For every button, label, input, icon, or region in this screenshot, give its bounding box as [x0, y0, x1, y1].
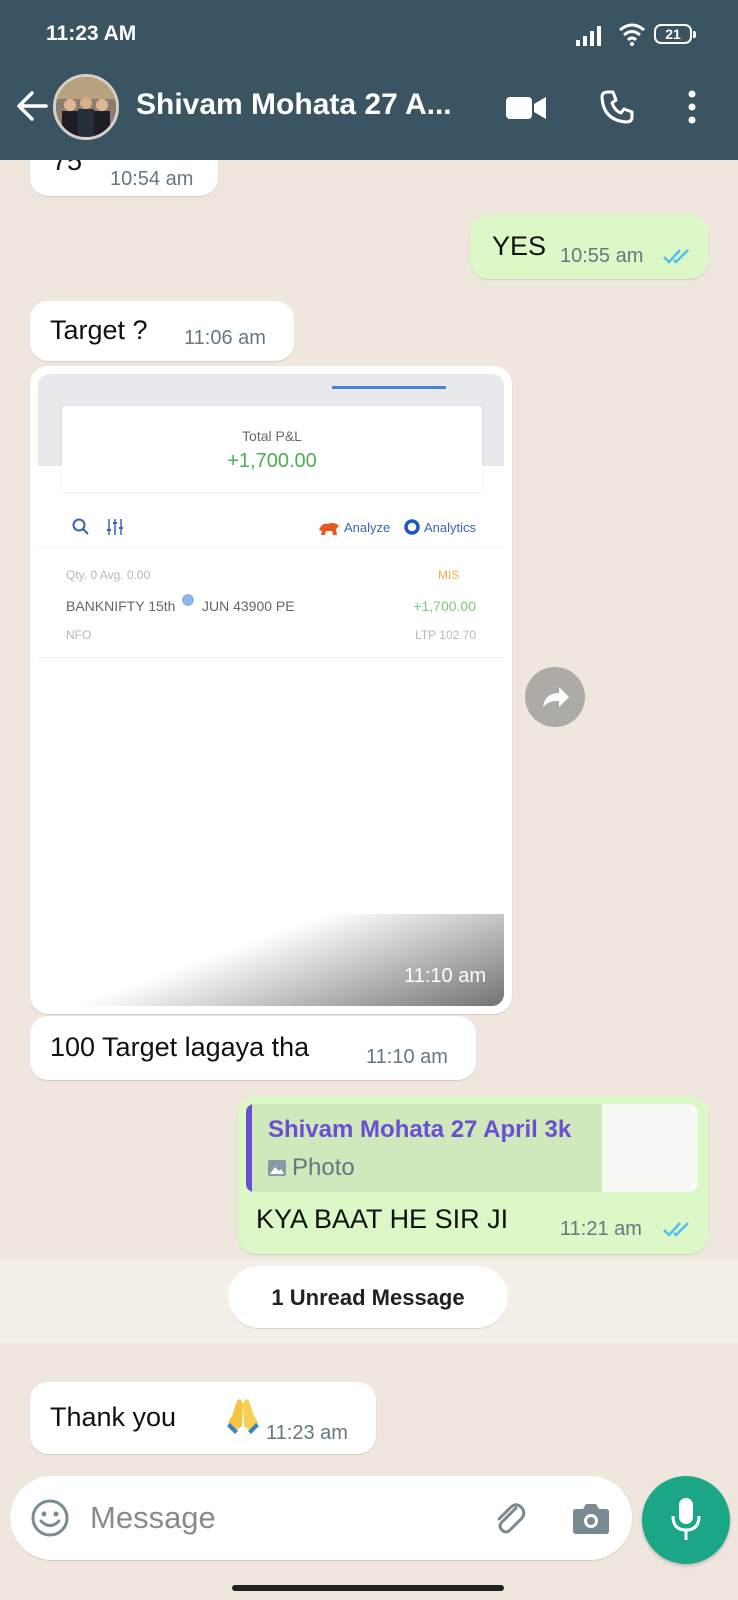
- message-time: 10:54 am: [110, 168, 194, 190]
- message-text: KYA BAAT HE SIR JI: [256, 1204, 509, 1234]
- back-arrow-icon[interactable]: [14, 88, 50, 124]
- analytics-label: Analytics: [424, 520, 477, 535]
- quoted-type: Photo: [292, 1154, 355, 1181]
- message-text: 100 Target lagaya tha: [50, 1032, 310, 1062]
- pl-label: Total P&L: [242, 428, 302, 444]
- unread-label: 1 Unread Message: [271, 1285, 465, 1310]
- video-call-icon[interactable]: [506, 94, 546, 122]
- message-time: 11:10 am: [366, 1046, 448, 1068]
- weekly-expiry-icon: [182, 594, 194, 606]
- quoted-sender: Shivam Mohata 27 April 3k: [268, 1116, 572, 1143]
- message-text: YES: [492, 231, 547, 261]
- ltp-value: LTP 102.70: [415, 628, 476, 642]
- signal-icon: [576, 26, 601, 46]
- voice-call-icon[interactable]: [599, 89, 635, 125]
- message-time: 11:21 am: [560, 1218, 642, 1240]
- image-time-shade: [38, 914, 504, 1006]
- message-incoming[interactable]: 75 10:54 am: [30, 160, 218, 196]
- contact-avatar[interactable]: [53, 74, 119, 140]
- mic-icon: [671, 1498, 701, 1540]
- message-text: Thank you: [50, 1402, 177, 1432]
- screenshot-toolbar: Analyze Analytics: [38, 508, 504, 548]
- status-time: 11:23 AM: [46, 22, 137, 45]
- photo-icon: [268, 1160, 286, 1176]
- message-outgoing[interactable]: YES 10:55 am: [470, 215, 708, 279]
- forward-arrow-icon: [543, 687, 569, 707]
- read-receipt-icon: [663, 249, 689, 264]
- quoted-message[interactable]: Shivam Mohata 27 April 3k Photo: [246, 1104, 698, 1192]
- image-message[interactable]: Total P&L +1,700.00 Analyze Analytics Qt…: [30, 366, 512, 1014]
- instrument-name: BANKNIFTY 15th: [66, 598, 176, 614]
- chat-header: 11:23 AM 21 Shivam Mohata 27 A...: [0, 0, 738, 160]
- pl-value: +1,700.00: [227, 450, 317, 472]
- message-time: 11:10 am: [404, 965, 486, 987]
- product-badge: MIS: [438, 568, 460, 582]
- message-time: 11:06 am: [184, 327, 266, 349]
- quote-accent-bar: [246, 1104, 252, 1192]
- chat-area[interactable]: 75 10:54 am YES 10:55 am Target ? 11:06 …: [0, 160, 738, 1476]
- wifi-icon: [619, 23, 645, 46]
- message-input[interactable]: [90, 1492, 470, 1544]
- message-time: 10:55 am: [560, 245, 644, 267]
- forward-button[interactable]: [525, 667, 585, 727]
- position-qty: Qty. 0 Avg. 0.00: [66, 568, 151, 582]
- chat-title[interactable]: Shivam Mohata 27 A...: [136, 88, 452, 122]
- avatar-photo-icon: [56, 77, 116, 137]
- position-row: Qty. 0 Avg. 0.00 MIS BANKNIFTY 15th JUN …: [38, 548, 504, 658]
- more-options-icon[interactable]: [686, 90, 698, 124]
- exchange-label: NFO: [66, 628, 92, 642]
- screenshot-tab-indicator: [332, 386, 446, 389]
- emoji-icon[interactable]: [30, 1498, 70, 1538]
- shared-screenshot-image[interactable]: Total P&L +1,700.00 Analyze Analytics Qt…: [38, 374, 504, 1006]
- analyze-bull-icon: [319, 522, 339, 535]
- message-time: 11:23 am: [266, 1422, 348, 1444]
- pl-summary-card: Total P&L +1,700.00: [62, 406, 482, 492]
- analytics-icon: [404, 519, 420, 535]
- attach-icon[interactable]: [490, 1498, 530, 1538]
- message-incoming[interactable]: Thank you 11:23 am: [30, 1382, 376, 1454]
- folded-hands-icon: [227, 1399, 259, 1434]
- battery-icon: 21: [654, 24, 696, 44]
- filter-icon: [107, 519, 123, 535]
- instrument-suffix: JUN 43900 PE: [202, 598, 295, 614]
- message-text: 75: [52, 160, 83, 176]
- analyze-label: Analyze: [344, 520, 391, 535]
- voice-record-button[interactable]: [642, 1476, 730, 1564]
- search-icon: [72, 518, 89, 535]
- unread-badge: 1 Unread Message: [228, 1266, 508, 1328]
- message-incoming[interactable]: Target ? 11:06 am: [30, 301, 294, 361]
- position-pnl: +1,700.00: [413, 598, 476, 614]
- message-incoming[interactable]: 100 Target lagaya tha 11:10 am: [30, 1016, 476, 1080]
- home-indicator[interactable]: [232, 1585, 504, 1591]
- status-bar: 11:23 AM 21: [0, 0, 738, 62]
- read-receipt-icon: [663, 1222, 689, 1237]
- quoted-thumbnail: [602, 1104, 698, 1192]
- message-composer: [10, 1476, 632, 1560]
- message-text: Target ?: [50, 315, 148, 345]
- message-outgoing-reply[interactable]: Shivam Mohata 27 April 3k Photo KYA BAAT…: [238, 1096, 708, 1254]
- camera-icon[interactable]: [572, 1500, 610, 1536]
